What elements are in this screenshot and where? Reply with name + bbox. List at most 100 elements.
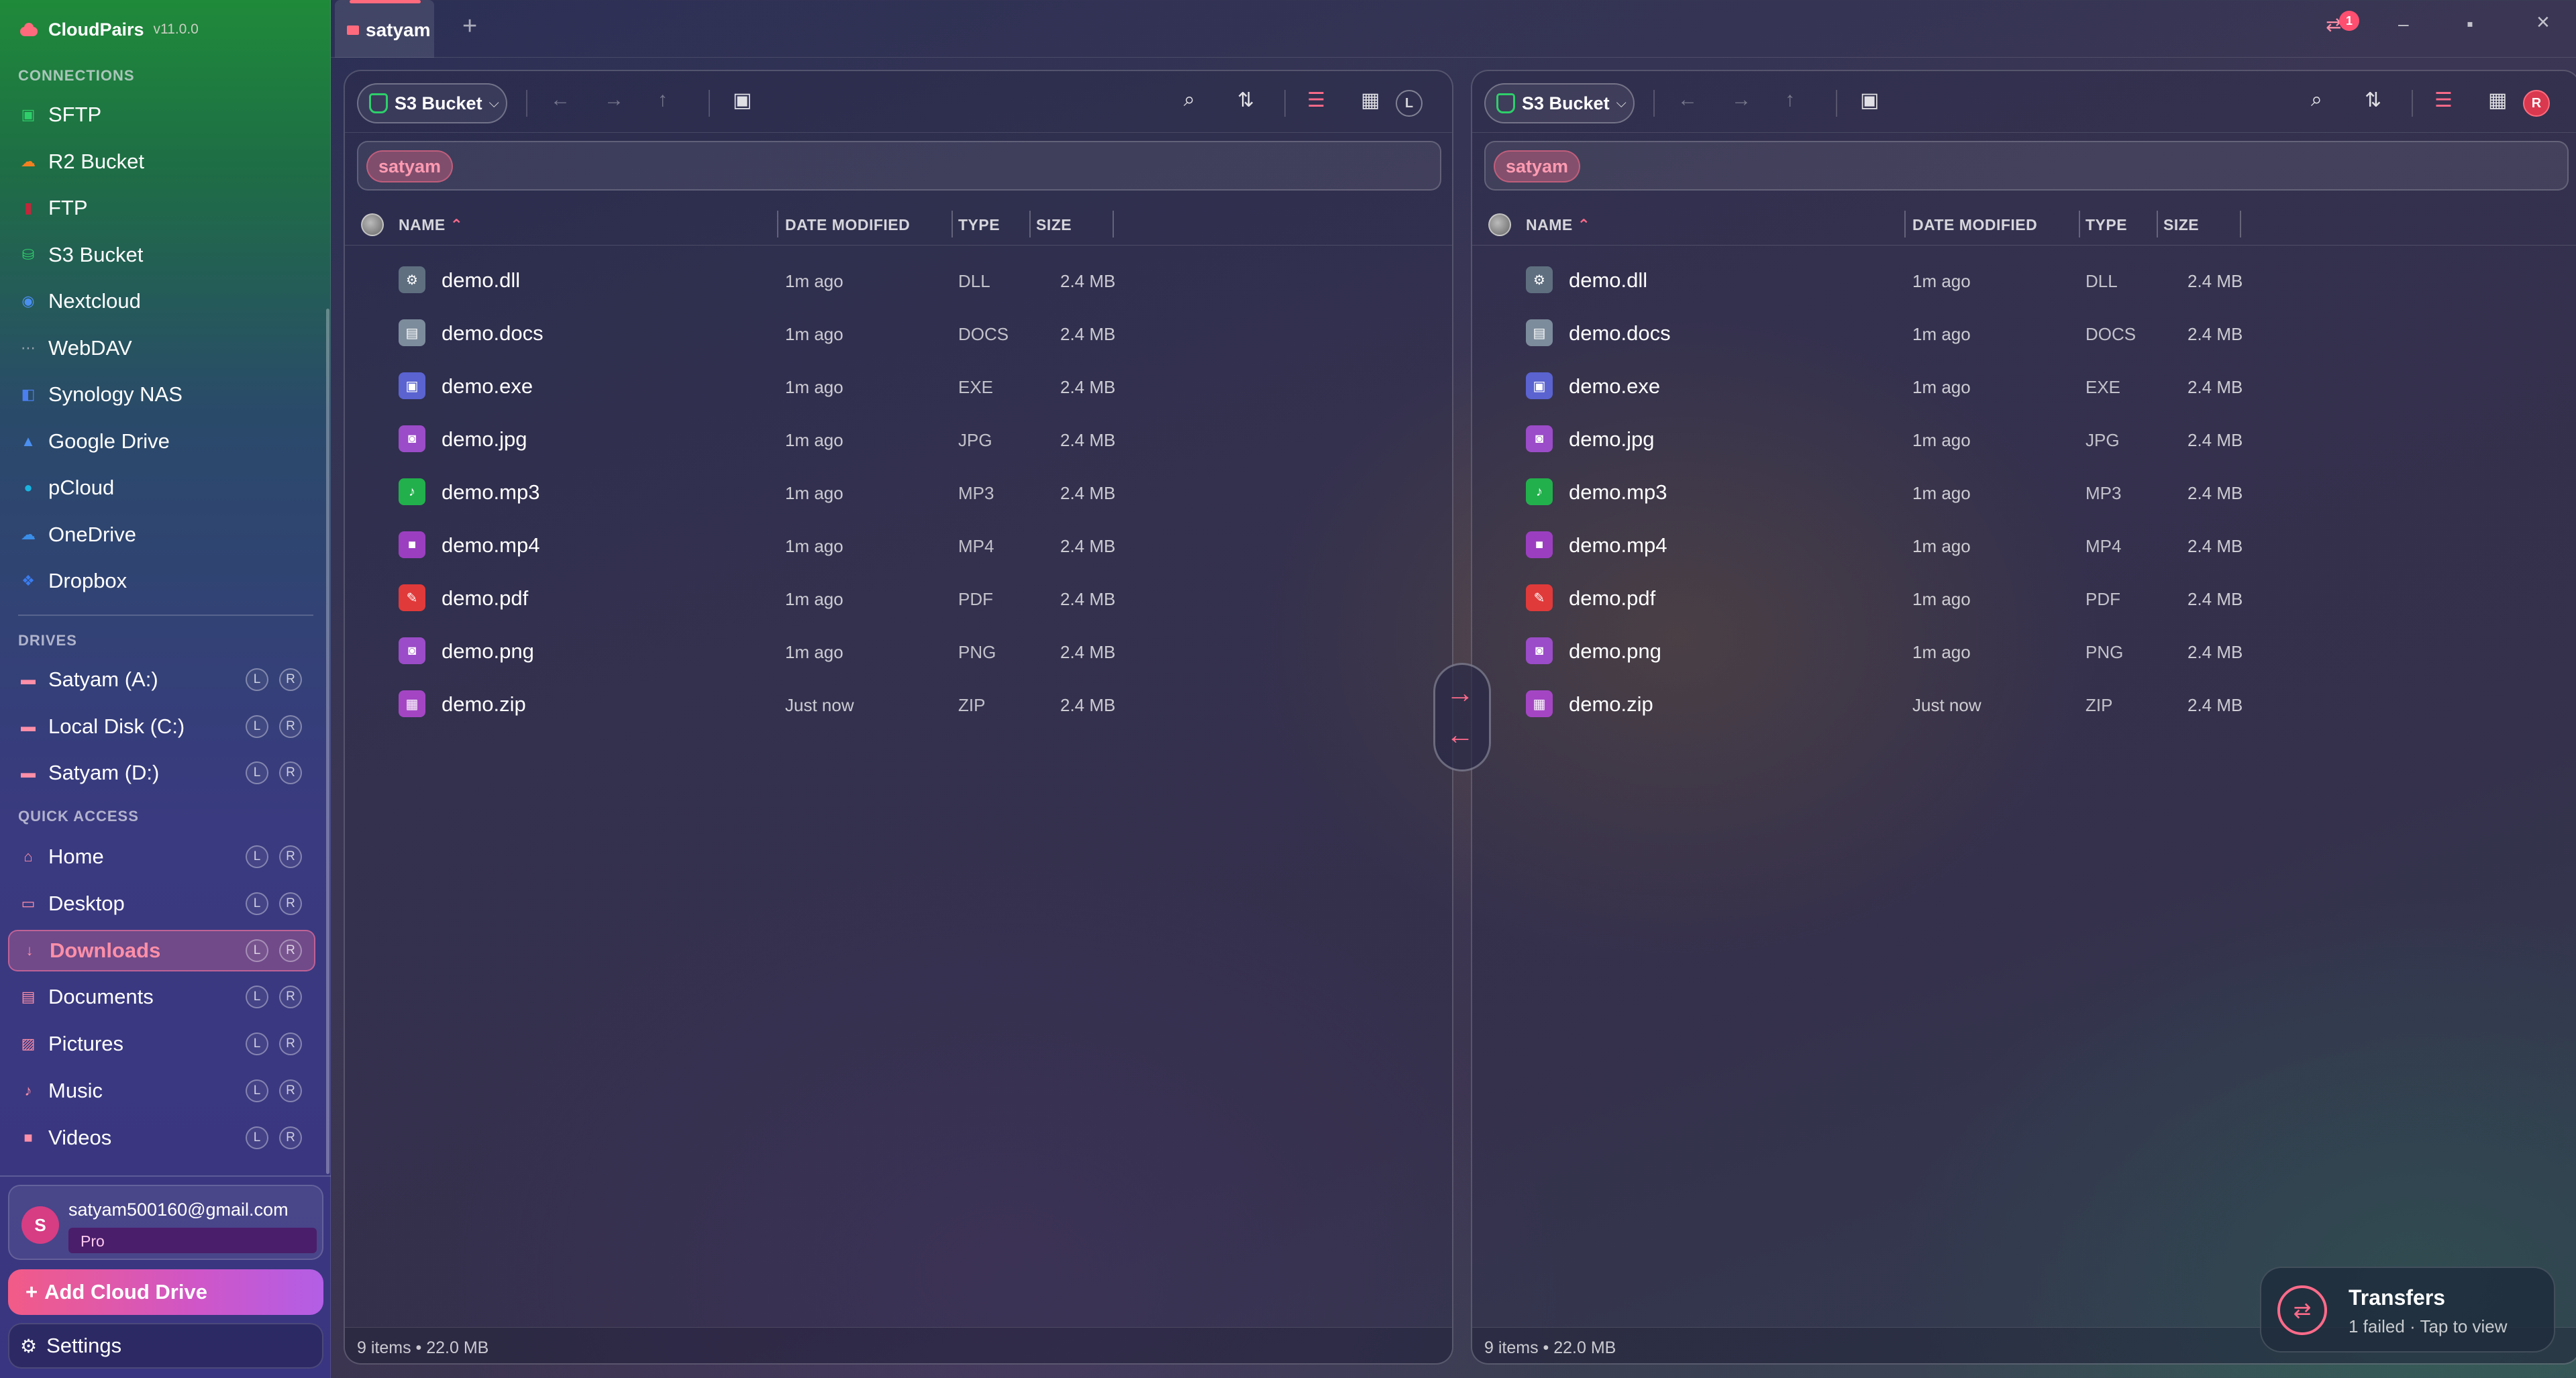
column-date-header[interactable]: DATE MODIFIED: [785, 216, 910, 234]
sort-icon[interactable]: ⇅: [2365, 89, 2381, 112]
sidebar-item-satyam-a[interactable]: ▬ Satyam (A:): [8, 659, 315, 700]
forward-icon[interactable]: →: [604, 89, 624, 111]
table-row[interactable]: ◙ demo.jpg 1m ago JPG 2.4 MB: [345, 412, 1452, 465]
table-row[interactable]: ⚙ demo.dll 1m ago DLL 2.4 MB: [1472, 253, 2576, 306]
table-row[interactable]: ✎ demo.pdf 1m ago PDF 2.4 MB: [1472, 571, 2576, 624]
table-row[interactable]: ■ demo.mp4 1m ago MP4 2.4 MB: [1472, 518, 2576, 571]
sidebar-item-videos[interactable]: ■ Videos: [8, 1117, 315, 1159]
open-left-button[interactable]: L: [246, 892, 268, 915]
open-left-button[interactable]: L: [246, 761, 268, 784]
close-button[interactable]: ×: [2536, 9, 2550, 36]
open-right-button[interactable]: R: [279, 1079, 302, 1102]
column-resizer[interactable]: [1904, 211, 1906, 237]
source-selector[interactable]: S3 Bucket ⌵: [357, 83, 507, 123]
back-icon[interactable]: ←: [550, 89, 570, 111]
table-row[interactable]: ▦ demo.zip Just now ZIP 2.4 MB: [345, 677, 1452, 730]
settings-button[interactable]: ⚙ Settings: [8, 1323, 323, 1369]
sidebar-item-s3-bucket[interactable]: ⛁ S3 Bucket: [8, 234, 315, 276]
column-resizer[interactable]: [2079, 211, 2080, 237]
sidebar-item-dropbox[interactable]: ❖ Dropbox: [8, 560, 315, 602]
table-row[interactable]: ✎ demo.pdf 1m ago PDF 2.4 MB: [345, 571, 1452, 624]
grid-view-icon[interactable]: ▦: [1361, 89, 1380, 112]
minimize-button[interactable]: –: [2398, 13, 2409, 35]
table-row[interactable]: ▦ demo.zip Just now ZIP 2.4 MB: [1472, 677, 2576, 730]
table-row[interactable]: ▣ demo.exe 1m ago EXE 2.4 MB: [345, 359, 1452, 412]
list-view-icon[interactable]: ☰: [1307, 89, 1325, 112]
open-left-button[interactable]: L: [246, 714, 268, 738]
column-size-header[interactable]: SIZE: [2163, 216, 2199, 234]
breadcrumb-item[interactable]: satyam: [366, 150, 454, 182]
column-resizer[interactable]: [777, 211, 778, 237]
breadcrumb-item[interactable]: satyam: [1494, 150, 1581, 182]
open-right-button[interactable]: R: [279, 1126, 302, 1149]
table-row[interactable]: ■ demo.mp4 1m ago MP4 2.4 MB: [345, 518, 1452, 571]
table-row[interactable]: ◙ demo.png 1m ago PNG 2.4 MB: [1472, 624, 2576, 677]
open-right-button[interactable]: R: [279, 1032, 302, 1056]
column-date-header[interactable]: DATE MODIFIED: [1912, 216, 2037, 234]
source-selector[interactable]: S3 Bucket ⌵: [1484, 83, 1635, 123]
forward-icon[interactable]: →: [1731, 89, 1751, 111]
sidebar-item-webdav[interactable]: ⋯ WebDAV: [8, 327, 315, 369]
tab-satyam[interactable]: satyam: [335, 0, 434, 58]
open-right-button[interactable]: R: [279, 845, 302, 868]
table-row[interactable]: ⚙ demo.dll 1m ago DLL 2.4 MB: [345, 253, 1452, 306]
new-folder-icon[interactable]: ▣: [733, 89, 752, 112]
transfers-toast[interactable]: ⇄ Transfers 1 failed · Tap to view: [2260, 1267, 2555, 1353]
sidebar-item-ftp[interactable]: ▮ FTP: [8, 187, 315, 229]
grid-view-icon[interactable]: ▦: [2488, 89, 2507, 112]
swap-panes-button[interactable]: → ←: [1433, 663, 1491, 772]
open-left-button[interactable]: L: [246, 668, 268, 691]
open-left-button[interactable]: L: [246, 1079, 268, 1102]
up-icon[interactable]: ↑: [1785, 89, 1795, 111]
search-icon[interactable]: ⌕: [1184, 89, 1195, 111]
select-all-checkbox[interactable]: [361, 213, 384, 236]
open-left-button[interactable]: L: [246, 845, 268, 868]
open-right-button[interactable]: R: [279, 668, 302, 691]
table-row[interactable]: ◙ demo.jpg 1m ago JPG 2.4 MB: [1472, 412, 2576, 465]
open-right-button[interactable]: R: [279, 761, 302, 784]
column-resizer[interactable]: [2157, 211, 2158, 237]
open-left-button[interactable]: L: [246, 939, 268, 962]
sidebar-item-home[interactable]: ⌂ Home: [8, 836, 315, 878]
sidebar-scrollbar[interactable]: [326, 309, 329, 1174]
maximize-button[interactable]: ▪: [2467, 13, 2473, 35]
sidebar-item-google-drive[interactable]: ▲ Google Drive: [8, 421, 315, 462]
table-row[interactable]: ♪ demo.mp3 1m ago MP3 2.4 MB: [1472, 465, 2576, 518]
sidebar-item-documents[interactable]: ▤ Documents: [8, 976, 315, 1018]
column-type-header[interactable]: TYPE: [958, 216, 1000, 234]
open-right-button[interactable]: R: [279, 892, 302, 915]
sidebar-item-pcloud[interactable]: ● pCloud: [8, 467, 315, 509]
column-type-header[interactable]: TYPE: [2085, 216, 2127, 234]
up-icon[interactable]: ↑: [658, 89, 668, 111]
sidebar-item-satyam-d[interactable]: ▬ Satyam (D:): [8, 752, 315, 794]
sidebar-item-sftp[interactable]: ▣ SFTP: [8, 94, 315, 136]
sidebar-item-desktop[interactable]: ▭ Desktop: [8, 883, 315, 924]
column-resizer[interactable]: [951, 211, 953, 237]
column-resizer[interactable]: [2240, 211, 2241, 237]
sidebar-item-nextcloud[interactable]: ◉ Nextcloud: [8, 280, 315, 322]
breadcrumb[interactable]: satyam: [1484, 141, 2569, 191]
open-right-button[interactable]: R: [279, 714, 302, 738]
account-card[interactable]: S satyam500160@gmail.com Pro: [8, 1185, 323, 1260]
search-icon[interactable]: ⌕: [2311, 89, 2322, 111]
new-folder-icon[interactable]: ▣: [1860, 89, 1879, 112]
select-all-checkbox[interactable]: [1488, 213, 1511, 236]
table-row[interactable]: ▤ demo.docs 1m ago DOCS 2.4 MB: [1472, 306, 2576, 359]
back-icon[interactable]: ←: [1678, 89, 1698, 111]
table-row[interactable]: ♪ demo.mp3 1m ago MP3 2.4 MB: [345, 465, 1452, 518]
column-name-header[interactable]: NAME ⌃: [1526, 216, 1590, 234]
sidebar-item-local-disk-c[interactable]: ▬ Local Disk (C:): [8, 706, 315, 747]
add-cloud-drive-button[interactable]: + Add Cloud Drive: [8, 1269, 323, 1315]
sidebar-item-synology-nas[interactable]: ◧ Synology NAS: [8, 374, 315, 415]
new-tab-button[interactable]: +: [462, 12, 477, 41]
column-size-header[interactable]: SIZE: [1036, 216, 1072, 234]
open-right-button[interactable]: R: [279, 939, 302, 962]
sort-icon[interactable]: ⇅: [1237, 89, 1254, 112]
table-row[interactable]: ◙ demo.png 1m ago PNG 2.4 MB: [345, 624, 1452, 677]
sidebar-item-pictures[interactable]: ▨ Pictures: [8, 1023, 315, 1065]
list-view-icon[interactable]: ☰: [2434, 89, 2453, 112]
table-row[interactable]: ▣ demo.exe 1m ago EXE 2.4 MB: [1472, 359, 2576, 412]
sidebar-item-r2-bucket[interactable]: ☁ R2 Bucket: [8, 141, 315, 182]
column-resizer[interactable]: [1029, 211, 1031, 237]
breadcrumb[interactable]: satyam: [357, 141, 1441, 191]
